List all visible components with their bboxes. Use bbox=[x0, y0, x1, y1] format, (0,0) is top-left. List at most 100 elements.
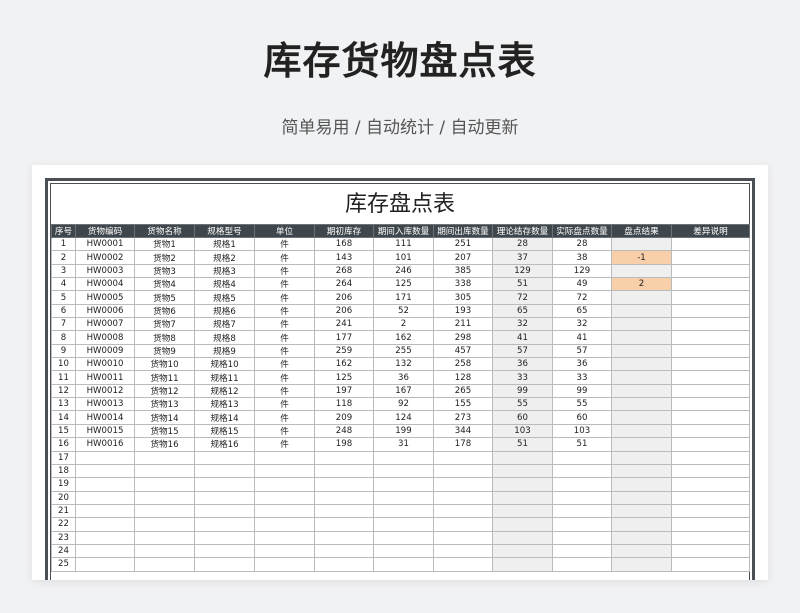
table-cell[interactable] bbox=[492, 557, 553, 572]
table-cell[interactable]: 72 bbox=[552, 290, 612, 305]
table-cell[interactable] bbox=[671, 490, 750, 505]
table-cell[interactable] bbox=[314, 490, 374, 505]
table-cell[interactable] bbox=[194, 543, 255, 559]
table-cell[interactable]: 件 bbox=[254, 303, 315, 319]
table-cell[interactable]: 457 bbox=[433, 343, 493, 359]
table-cell[interactable]: 20 bbox=[51, 490, 76, 505]
table-cell[interactable]: 103 bbox=[552, 423, 612, 439]
table-cell[interactable]: 118 bbox=[314, 397, 374, 412]
table-cell[interactable] bbox=[611, 317, 672, 332]
table-cell[interactable]: 207 bbox=[433, 250, 493, 265]
table-cell[interactable] bbox=[492, 503, 553, 519]
table-cell[interactable]: 60 bbox=[552, 410, 612, 425]
table-cell[interactable]: 货物13 bbox=[134, 397, 195, 412]
table-cell[interactable] bbox=[671, 423, 750, 439]
table-cell[interactable] bbox=[611, 423, 672, 439]
table-cell[interactable] bbox=[433, 503, 493, 519]
table-cell[interactable] bbox=[671, 330, 750, 345]
table-cell[interactable]: 规格10 bbox=[194, 357, 255, 372]
table-cell[interactable]: 162 bbox=[314, 357, 374, 372]
table-cell[interactable]: 件 bbox=[254, 397, 315, 412]
table-cell[interactable] bbox=[611, 530, 672, 545]
table-cell[interactable] bbox=[492, 490, 553, 505]
table-cell[interactable] bbox=[552, 490, 612, 505]
table-cell[interactable]: 件 bbox=[254, 383, 315, 399]
table-cell[interactable]: 49 bbox=[552, 277, 612, 292]
table-cell[interactable] bbox=[134, 477, 195, 492]
table-cell[interactable]: HW0006 bbox=[75, 303, 135, 319]
table-cell[interactable]: 57 bbox=[492, 343, 553, 359]
table-cell[interactable] bbox=[433, 557, 493, 572]
table-cell[interactable] bbox=[671, 317, 750, 332]
table-cell[interactable]: 件 bbox=[254, 263, 315, 279]
table-cell[interactable] bbox=[671, 477, 750, 492]
table-cell[interactable] bbox=[433, 477, 493, 492]
table-cell[interactable]: 197 bbox=[314, 383, 374, 399]
table-cell[interactable] bbox=[433, 517, 493, 532]
table-cell[interactable] bbox=[254, 450, 315, 465]
table-cell[interactable]: 货物14 bbox=[134, 410, 195, 425]
table-cell[interactable]: 10 bbox=[51, 357, 76, 372]
table-cell[interactable]: 件 bbox=[254, 330, 315, 345]
table-cell[interactable] bbox=[671, 410, 750, 425]
table-cell[interactable]: 168 bbox=[314, 236, 374, 252]
table-cell[interactable] bbox=[314, 450, 374, 465]
table-cell[interactable]: 件 bbox=[254, 317, 315, 332]
table-cell[interactable]: 规格2 bbox=[194, 250, 255, 265]
table-cell[interactable] bbox=[134, 530, 195, 545]
table-cell[interactable]: HW0016 bbox=[75, 437, 135, 452]
table-cell[interactable]: HW0010 bbox=[75, 357, 135, 372]
table-cell[interactable] bbox=[373, 530, 434, 545]
table-cell[interactable] bbox=[433, 450, 493, 465]
table-cell[interactable]: 22 bbox=[51, 517, 76, 532]
table-cell[interactable]: 344 bbox=[433, 423, 493, 439]
table-cell[interactable]: 32 bbox=[492, 317, 553, 332]
table-cell[interactable] bbox=[671, 543, 750, 559]
table-cell[interactable]: 件 bbox=[254, 290, 315, 305]
table-cell[interactable]: 111 bbox=[373, 236, 434, 252]
table-cell[interactable] bbox=[134, 503, 195, 519]
table-cell[interactable] bbox=[611, 543, 672, 559]
table-cell[interactable] bbox=[75, 450, 135, 465]
table-cell[interactable] bbox=[254, 503, 315, 519]
table-cell[interactable]: 41 bbox=[492, 330, 553, 345]
table-cell[interactable]: 155 bbox=[433, 397, 493, 412]
table-cell[interactable]: 57 bbox=[552, 343, 612, 359]
table-cell[interactable]: 6 bbox=[51, 303, 76, 319]
table-cell[interactable]: 28 bbox=[492, 236, 553, 252]
table-cell[interactable] bbox=[611, 397, 672, 412]
table-cell[interactable]: 241 bbox=[314, 317, 374, 332]
table-cell[interactable] bbox=[373, 477, 434, 492]
table-cell[interactable]: 货物2 bbox=[134, 250, 195, 265]
table-cell[interactable] bbox=[194, 463, 255, 479]
table-cell[interactable] bbox=[373, 517, 434, 532]
table-cell[interactable] bbox=[194, 503, 255, 519]
table-cell[interactable]: HW0009 bbox=[75, 343, 135, 359]
table-cell[interactable]: 103 bbox=[492, 423, 553, 439]
table-cell[interactable] bbox=[194, 557, 255, 572]
table-cell[interactable]: 338 bbox=[433, 277, 493, 292]
table-cell[interactable]: 268 bbox=[314, 263, 374, 279]
table-cell[interactable]: 55 bbox=[552, 397, 612, 412]
table-cell[interactable] bbox=[671, 343, 750, 359]
table-cell[interactable]: 规格16 bbox=[194, 437, 255, 452]
table-cell[interactable]: 37 bbox=[492, 250, 553, 265]
table-cell[interactable]: 12 bbox=[51, 383, 76, 399]
table-cell[interactable]: 199 bbox=[373, 423, 434, 439]
table-cell[interactable] bbox=[671, 517, 750, 532]
table-cell[interactable]: 125 bbox=[314, 370, 374, 385]
table-cell[interactable]: 265 bbox=[433, 383, 493, 399]
table-cell[interactable] bbox=[552, 503, 612, 519]
table-cell[interactable]: 36 bbox=[373, 370, 434, 385]
table-cell[interactable]: 251 bbox=[433, 236, 493, 252]
table-cell[interactable]: 178 bbox=[433, 437, 493, 452]
table-cell[interactable] bbox=[314, 503, 374, 519]
table-cell[interactable] bbox=[373, 543, 434, 559]
table-cell[interactable]: 36 bbox=[552, 357, 612, 372]
table-cell[interactable]: 规格7 bbox=[194, 317, 255, 332]
table-cell[interactable] bbox=[671, 557, 750, 572]
table-cell[interactable]: 385 bbox=[433, 263, 493, 279]
table-cell[interactable] bbox=[433, 463, 493, 479]
table-cell[interactable] bbox=[134, 463, 195, 479]
table-cell[interactable] bbox=[314, 543, 374, 559]
